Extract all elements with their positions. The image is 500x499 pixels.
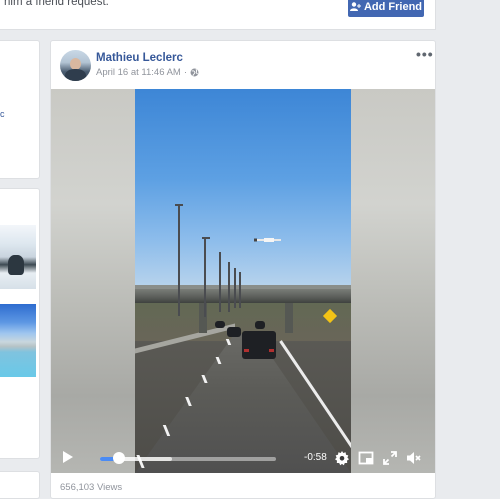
friends-card <box>0 471 40 499</box>
meta-separator: · <box>183 67 188 78</box>
airplane <box>254 238 281 242</box>
post-author[interactable]: Mathieu Leclerc <box>96 52 183 64</box>
add-person-icon <box>349 2 361 11</box>
friend-request-bar: him a friend request. Add Friend <box>0 0 436 30</box>
fullscreen-icon[interactable] <box>382 450 398 466</box>
video-blur-right <box>351 89 435 473</box>
video-frame[interactable] <box>135 89 351 473</box>
pip-icon[interactable] <box>358 450 374 466</box>
post-timestamp[interactable]: April 16 at 11:46 AM <box>96 67 181 78</box>
globe-icon <box>190 68 199 77</box>
view-count: 656,103 Views <box>60 482 123 493</box>
right-gutter <box>444 0 500 499</box>
photos-card <box>0 188 40 459</box>
intro-card: c <box>0 40 40 179</box>
add-friend-label: Add Friend <box>363 0 423 13</box>
video-blur-left <box>51 89 135 473</box>
post-card: Mathieu Leclerc April 16 at 11:46 AM · •… <box>50 40 436 499</box>
intro-link[interactable]: c <box>0 109 5 119</box>
video-player[interactable]: -0:58 <box>51 89 435 473</box>
add-friend-button[interactable]: Add Friend <box>348 0 424 17</box>
photo-thumbnail-snow[interactable] <box>0 225 36 289</box>
play-icon[interactable] <box>63 451 73 463</box>
seek-bar[interactable] <box>100 457 276 461</box>
post-meta: April 16 at 11:46 AM · <box>96 67 199 78</box>
mute-icon[interactable] <box>406 450 422 466</box>
time-remaining: -0:58 <box>304 452 327 463</box>
friend-request-text: him a friend request. <box>4 0 109 8</box>
avatar[interactable] <box>60 50 91 81</box>
settings-icon[interactable] <box>334 450 350 466</box>
video-controls: -0:58 <box>51 441 435 473</box>
seek-knob[interactable] <box>113 452 126 464</box>
post-options-button[interactable]: ••• <box>416 46 434 62</box>
photo-thumbnail-beach[interactable] <box>0 304 36 377</box>
